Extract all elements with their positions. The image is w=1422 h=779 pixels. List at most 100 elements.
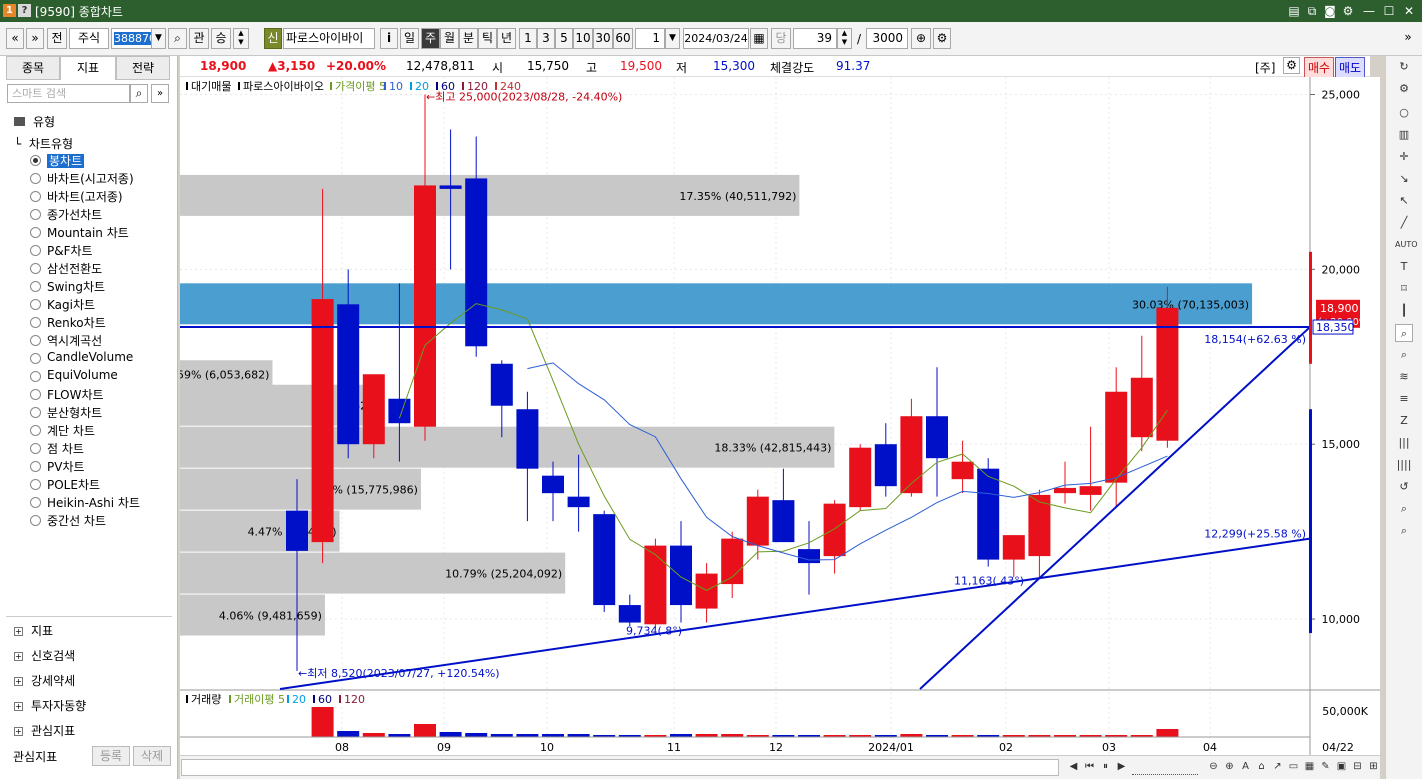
interval-3[interactable]: 3: [537, 28, 555, 49]
prev-button[interactable]: «: [6, 28, 24, 49]
window-number-icon[interactable]: 1: [3, 4, 16, 17]
chart-type-radio[interactable]: [30, 209, 41, 220]
maximize-icon[interactable]: ☐: [1380, 2, 1398, 20]
section-4[interactable]: + 투자자동향: [14, 697, 86, 714]
chart-type-item[interactable]: 종가선차트: [47, 206, 102, 223]
chart-type-radio[interactable]: [30, 497, 41, 508]
chart-type-radio[interactable]: [30, 389, 41, 400]
chart-type-radio[interactable]: [30, 425, 41, 436]
chart-type-item[interactable]: 점 차트: [47, 440, 84, 457]
help-icon[interactable]: ?: [18, 4, 31, 17]
next-button[interactable]: »: [26, 28, 44, 49]
chart-type-radio[interactable]: [30, 479, 41, 490]
horizontal-scrollbar[interactable]: [181, 759, 1059, 776]
line-tool-icon[interactable]: ↘: [1395, 170, 1413, 188]
zoom-minus-icon[interactable]: ⊖: [1206, 759, 1221, 775]
text-a-icon[interactable]: A: [1238, 759, 1253, 775]
auto-icon[interactable]: AUTO: [1395, 236, 1418, 254]
candle-tool-icon[interactable]: ┃: [1395, 302, 1413, 320]
period-week[interactable]: 주: [421, 28, 440, 49]
home-icon[interactable]: ⌂: [1254, 759, 1269, 775]
interval-5[interactable]: 5: [555, 28, 573, 49]
settings-icon[interactable]: ⚙: [1395, 80, 1413, 98]
first-icon[interactable]: ⏮: [1082, 759, 1097, 775]
chart-type-radio[interactable]: [30, 299, 41, 310]
chart-type-item[interactable]: Renko차트: [47, 314, 106, 331]
chart-type-item[interactable]: 분산형차트: [47, 404, 102, 421]
trend-icon[interactable]: ↗: [1270, 759, 1285, 775]
channel-icon[interactable]: ≡: [1395, 390, 1413, 408]
copy-icon[interactable]: ⧉: [1303, 2, 1321, 20]
section-2[interactable]: + 신호검색: [14, 647, 75, 664]
expand-down-icon[interactable]: »: [151, 84, 169, 103]
fill-tool-icon[interactable]: ⌑: [1395, 280, 1413, 298]
sell-button[interactable]: 매도: [1335, 57, 1366, 78]
section-5[interactable]: + 관심지표: [14, 722, 75, 739]
pen-icon[interactable]: ✎: [1318, 759, 1333, 775]
interval-30[interactable]: 30: [593, 28, 613, 49]
chart-type-item[interactable]: Heikin-Ashi 차트: [47, 494, 140, 511]
chart-type-item[interactable]: Swing차트: [47, 278, 105, 295]
chart-type-item[interactable]: Kagi차트: [47, 296, 95, 313]
fibo-icon[interactable]: ≋: [1395, 368, 1413, 386]
play-icon[interactable]: ▶: [1114, 759, 1129, 775]
period-year[interactable]: 년: [497, 28, 516, 49]
layout-icon[interactable]: ▭: [1286, 759, 1301, 775]
chart-type-item[interactable]: 바차트(시고저종): [47, 170, 134, 187]
chart-type-item[interactable]: 계단 차트: [47, 422, 95, 439]
plus-icon[interactable]: ⊞: [1366, 759, 1381, 775]
candlestick-chart[interactable]: 17.35% (40,511,792) 30.03% (70,135,003) 2.…: [180, 77, 1380, 767]
chart-type-radio[interactable]: [30, 407, 41, 418]
chart-type-radio[interactable]: [30, 281, 41, 292]
chart-type-item[interactable]: POLE차트: [47, 476, 100, 493]
diagonal-line-icon[interactable]: ╱: [1395, 214, 1413, 232]
chart-type-item[interactable]: 바차트(고저종): [47, 188, 123, 205]
total-input[interactable]: 3000: [866, 28, 908, 49]
chart-type-radio[interactable]: [30, 263, 41, 274]
subgroup-label[interactable]: └ 차트유형: [14, 135, 73, 152]
gwan-button[interactable]: 관: [189, 28, 209, 49]
zoom-slider[interactable]: [1132, 759, 1198, 775]
expand-plus-icon[interactable]: +: [14, 727, 23, 736]
tab-strategy[interactable]: 전략: [116, 56, 170, 80]
interval-60[interactable]: 60: [613, 28, 633, 49]
chart-icon[interactable]: ▥: [1395, 126, 1413, 144]
smart-search-input[interactable]: 스마트 검색: [7, 84, 130, 103]
chart-settings-icon[interactable]: ⚙: [1283, 57, 1300, 74]
chart-type-radio[interactable]: [30, 245, 41, 256]
chart-type-item[interactable]: Mountain 차트: [47, 224, 129, 241]
minimize-icon[interactable]: —: [1360, 2, 1378, 20]
undo-icon[interactable]: ↺: [1395, 478, 1413, 496]
refresh-icon[interactable]: ↻: [1395, 58, 1413, 76]
group-folder[interactable]: 유형: [14, 113, 55, 130]
stock-name[interactable]: 파로스아이바이: [283, 28, 375, 49]
expand-plus-icon[interactable]: +: [14, 677, 23, 686]
chart-type-radio[interactable]: [30, 515, 41, 526]
chart-type-radio[interactable]: [30, 317, 41, 328]
interval-dropdown-icon[interactable]: ▼: [665, 28, 680, 49]
interval-input[interactable]: 1: [635, 28, 665, 49]
bars2-icon[interactable]: ||||: [1395, 456, 1413, 474]
chart-type-item[interactable]: 중간선 차트: [47, 512, 106, 529]
zoom-icon[interactable]: ⊕: [911, 28, 931, 49]
section-1[interactable]: + 지표: [14, 622, 53, 639]
zoom-in-icon[interactable]: ⌕: [1395, 324, 1413, 342]
chart-type-radio[interactable]: [30, 227, 41, 238]
pause-icon[interactable]: ⏸: [1098, 759, 1113, 775]
market-select[interactable]: 주식: [69, 28, 109, 49]
code-dropdown-icon[interactable]: ▼: [151, 28, 166, 49]
chart-type-item[interactable]: EquiVolume: [47, 368, 118, 382]
layout-icon[interactable]: ▤: [1285, 2, 1303, 20]
chart-type-radio[interactable]: [30, 353, 41, 364]
seung-button[interactable]: 승: [211, 28, 231, 49]
chart-type-radio[interactable]: [30, 173, 41, 184]
search-icon[interactable]: ⌕: [168, 28, 187, 49]
info-button[interactable]: i: [380, 28, 398, 49]
expand-plus-icon[interactable]: +: [14, 652, 23, 661]
tab-stock[interactable]: 종목: [6, 56, 60, 80]
search-icon[interactable]: ⌕: [130, 84, 148, 103]
chart2-icon[interactable]: ▦: [1302, 759, 1317, 775]
chart-type-radio[interactable]: [30, 461, 41, 472]
text-tool-icon[interactable]: T: [1395, 258, 1413, 276]
chart-type-radio[interactable]: [30, 191, 41, 202]
